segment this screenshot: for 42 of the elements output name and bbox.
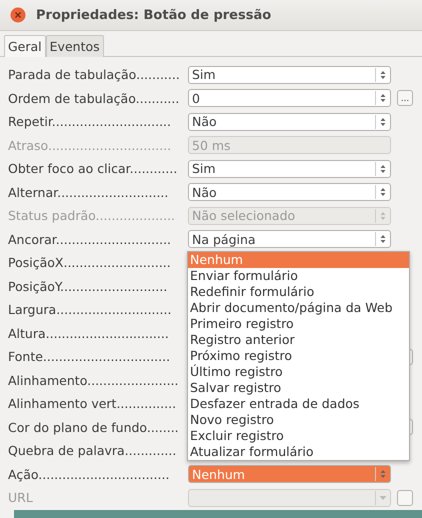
combo-box[interactable]: Sim — [188, 160, 391, 178]
dropdown-item[interactable]: Próximo registro — [188, 348, 409, 364]
more-button[interactable]: ... — [397, 90, 413, 106]
field-label: Quebra de palavra............. — [8, 443, 178, 458]
dropdown-item[interactable]: Novo registro — [188, 412, 409, 428]
dropdown-item[interactable]: Enviar formulário — [188, 268, 409, 284]
window-title: Propriedades: Botão de pressão — [36, 8, 272, 22]
field-label: Fonte................................ — [8, 349, 172, 364]
field-label: Parada de tabulação........... — [8, 67, 181, 82]
field-label: Obter foco ao clicar............ — [8, 161, 178, 176]
dropdown-item[interactable]: Primeiro registro — [188, 316, 409, 332]
field-label: Ação................................. — [8, 466, 170, 482]
field-label: PosiçãoY........................... — [8, 278, 168, 294]
field-label: URL — [8, 490, 34, 506]
combo-box[interactable]: Na página — [188, 230, 391, 248]
dropdown-item[interactable]: Abrir documento/página da Web — [188, 300, 409, 316]
field-label: Repetir.............................. — [8, 114, 172, 130]
field-label: Largura............................. — [8, 302, 172, 318]
field-label: Cor do plano de fundo........ — [8, 420, 180, 435]
tab[interactable]: Eventos — [46, 35, 104, 57]
combo-box[interactable]: Não — [188, 183, 391, 202]
field-label: Alternar............................ — [8, 184, 170, 200]
field-label: Altura............................... — [8, 326, 170, 341]
field-label: PosiçãoX........................... — [8, 255, 172, 270]
close-icon[interactable] — [10, 7, 26, 23]
dropdown-item[interactable]: Redefinir formulário — [188, 284, 409, 300]
dropdown-item[interactable]: Último registro — [188, 364, 409, 380]
field-label: Alinhamento vert............... — [8, 396, 178, 412]
field-label: Alinhamento....................... — [8, 372, 180, 388]
combo-box[interactable]: Sim — [188, 66, 391, 84]
dropdown-item[interactable]: Excluir registro — [188, 428, 409, 444]
tab[interactable]: Geral — [4, 35, 46, 57]
spin-field[interactable]: 0 — [188, 89, 391, 108]
dropdown-item[interactable]: Desfazer entrada de dados — [188, 396, 409, 412]
dropdown-item[interactable]: Salvar registro — [188, 380, 409, 396]
combo-box[interactable]: Não — [188, 112, 391, 131]
dropdown-item[interactable]: Atualizar formulário — [188, 444, 409, 460]
field-label: Status padrão.................... — [8, 208, 176, 224]
field-label: Atraso............................... — [8, 138, 172, 153]
dropdown-item[interactable]: Registro anterior — [188, 332, 409, 348]
field-label: Ordem de tabulação........... — [8, 90, 180, 106]
field-label: Ancorar............................. — [8, 232, 172, 247]
